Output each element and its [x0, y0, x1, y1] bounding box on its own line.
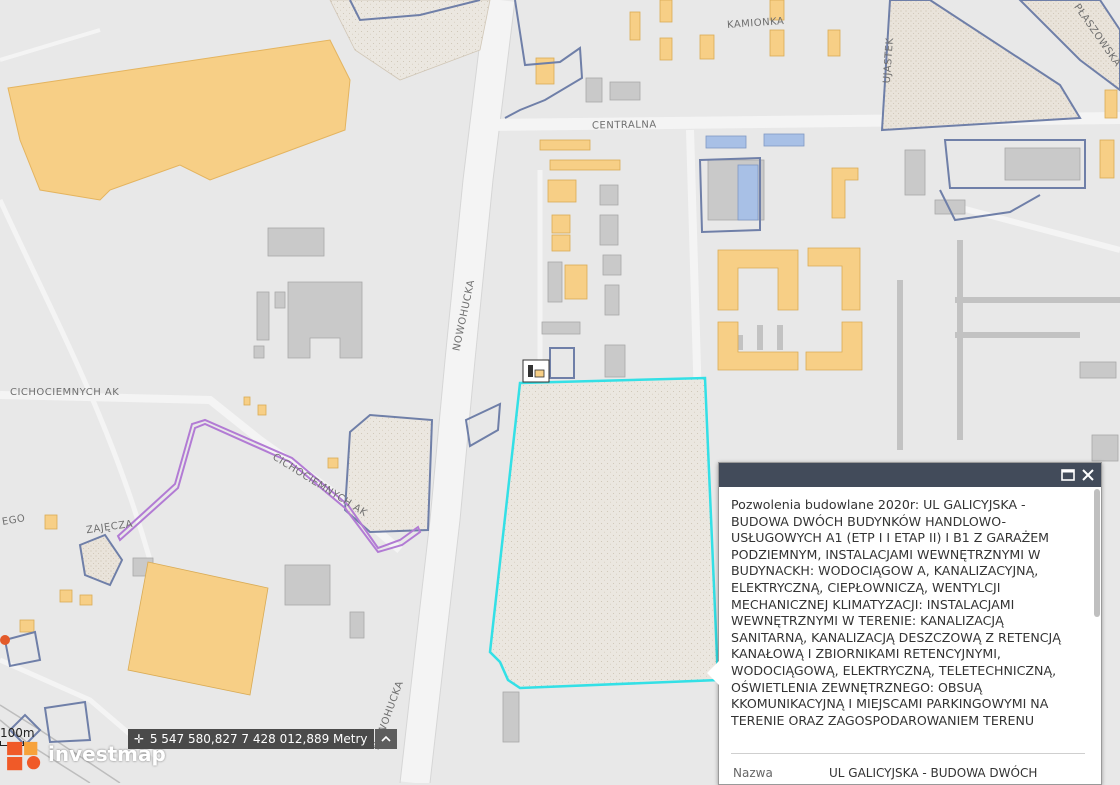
- chevron-up-icon[interactable]: [375, 729, 397, 749]
- coordinates-display: ✛ 5 547 580,827 7 428 012,889 Metry: [128, 729, 374, 749]
- street-label-centralna: CENTRALNA: [591, 119, 657, 132]
- street-label-cichociemnych-west: CICHOCIEMNYCH AK: [10, 387, 120, 398]
- scale-label: 100m: [0, 726, 35, 740]
- info-popup[interactable]: Pozwolenia budowlane 2020r: UL GALICYJSK…: [707, 462, 1102, 785]
- popup-pointer: [707, 661, 719, 685]
- maximize-icon[interactable]: [1059, 466, 1077, 484]
- popup-description: Pozwolenia budowlane 2020r: UL GALICYJSK…: [731, 497, 1061, 728]
- close-icon[interactable]: [1079, 466, 1097, 484]
- crosshair-icon[interactable]: ✛: [132, 729, 146, 749]
- selected-plot[interactable]: [488, 376, 720, 690]
- location-pin-icon[interactable]: [0, 635, 10, 645]
- popup-divider: [731, 753, 1085, 754]
- investmap-logo: [7, 741, 41, 771]
- popup-scrollbar[interactable]: [1094, 489, 1100, 617]
- coordinates-text: 5 547 580,827 7 428 012,889 Metry: [149, 732, 368, 746]
- attribute-label: Nazwa: [733, 766, 773, 780]
- attribute-value: UL GALICYJSKA - BUDOWA DWÓCH: [829, 766, 1038, 780]
- popup-header: [719, 463, 1101, 487]
- building-marker-icon[interactable]: [522, 359, 550, 383]
